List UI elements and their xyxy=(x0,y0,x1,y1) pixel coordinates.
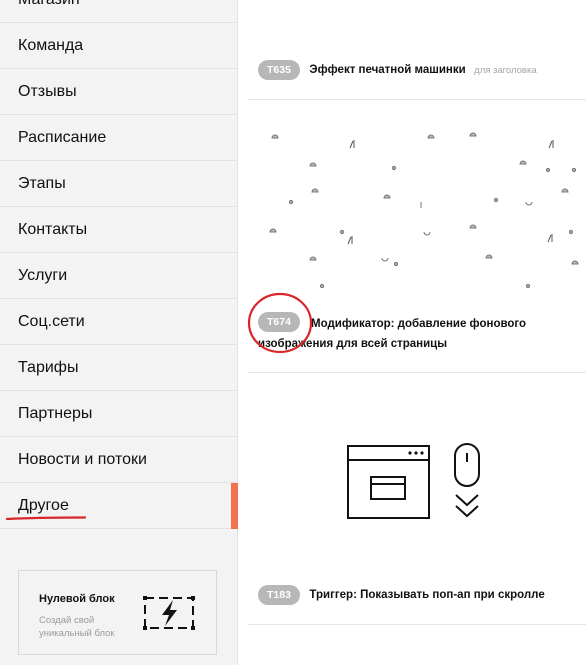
sidebar-item-services[interactable]: Услуги xyxy=(0,253,238,299)
sidebar-item-label: Услуги xyxy=(18,267,68,284)
block-title: Эффект печатной машинки xyxy=(309,64,466,76)
sidebar-item-label: Тарифы xyxy=(18,359,79,376)
sidebar-item-other[interactable]: Другое xyxy=(0,483,238,529)
sidebar-item-partners[interactable]: Партнеры xyxy=(0,391,238,437)
sidebar-item-label: Команда xyxy=(18,37,84,54)
popup-scroll-icon[interactable] xyxy=(346,440,486,522)
sidebar-item-stages[interactable]: Этапы xyxy=(0,161,238,207)
zero-block-title: Нулевой блок xyxy=(39,593,115,605)
sidebar-item-shop[interactable]: Магазин xyxy=(0,0,238,23)
divider xyxy=(248,99,586,100)
sidebar-item-label: Этапы xyxy=(18,175,66,192)
sidebar-item-contacts[interactable]: Контакты xyxy=(0,207,238,253)
active-indicator xyxy=(231,483,238,529)
divider xyxy=(248,372,586,373)
block-library: T635 Эффект печатной машинки для заголов… xyxy=(239,0,586,665)
circle-annotation xyxy=(247,292,313,354)
sidebar-item-label: Соц.сети xyxy=(18,313,85,330)
sidebar-item-team[interactable]: Команда xyxy=(0,23,238,69)
block-card-t635[interactable]: T635 Эффект печатной машинки для заголов… xyxy=(258,60,537,80)
pattern-preview[interactable] xyxy=(258,128,586,296)
sidebar-item-schedule[interactable]: Расписание xyxy=(0,115,238,161)
zero-block-card[interactable]: Нулевой блок Создай свой уникальный блок xyxy=(18,570,217,655)
block-code-badge: T183 xyxy=(258,585,300,605)
block-code-badge: T635 xyxy=(258,60,300,80)
block-card-t183[interactable]: T183 Триггер: Показывать поп-ап при скро… xyxy=(258,585,545,605)
sidebar-item-label: Новости и потоки xyxy=(18,451,147,468)
sidebar-item-pricing[interactable]: Тарифы xyxy=(0,345,238,391)
zero-block-subtitle: Создай свой уникальный блок xyxy=(39,615,115,639)
sidebar-item-label: Магазин xyxy=(18,0,80,8)
sidebar-item-label: Отзывы xyxy=(18,83,77,100)
sidebar-item-label: Расписание xyxy=(18,129,107,146)
lightning-frame-icon xyxy=(143,596,195,630)
underline-annotation xyxy=(6,516,86,521)
sidebar-item-label: Контакты xyxy=(18,221,88,238)
sidebar-item-social[interactable]: Соц.сети xyxy=(0,299,238,345)
sidebar-item-label: Партнеры xyxy=(18,405,93,422)
block-title: Триггер: Показывать поп-ап при скролле xyxy=(309,589,545,601)
sidebar-item-news[interactable]: Новости и потоки xyxy=(0,437,238,483)
sidebar-item-label: Другое xyxy=(18,497,69,514)
divider xyxy=(248,624,586,625)
block-hint: для заголовка xyxy=(474,64,537,76)
sidebar: Магазин Команда Отзывы Расписание Этапы … xyxy=(0,0,238,665)
sidebar-item-reviews[interactable]: Отзывы xyxy=(0,69,238,115)
